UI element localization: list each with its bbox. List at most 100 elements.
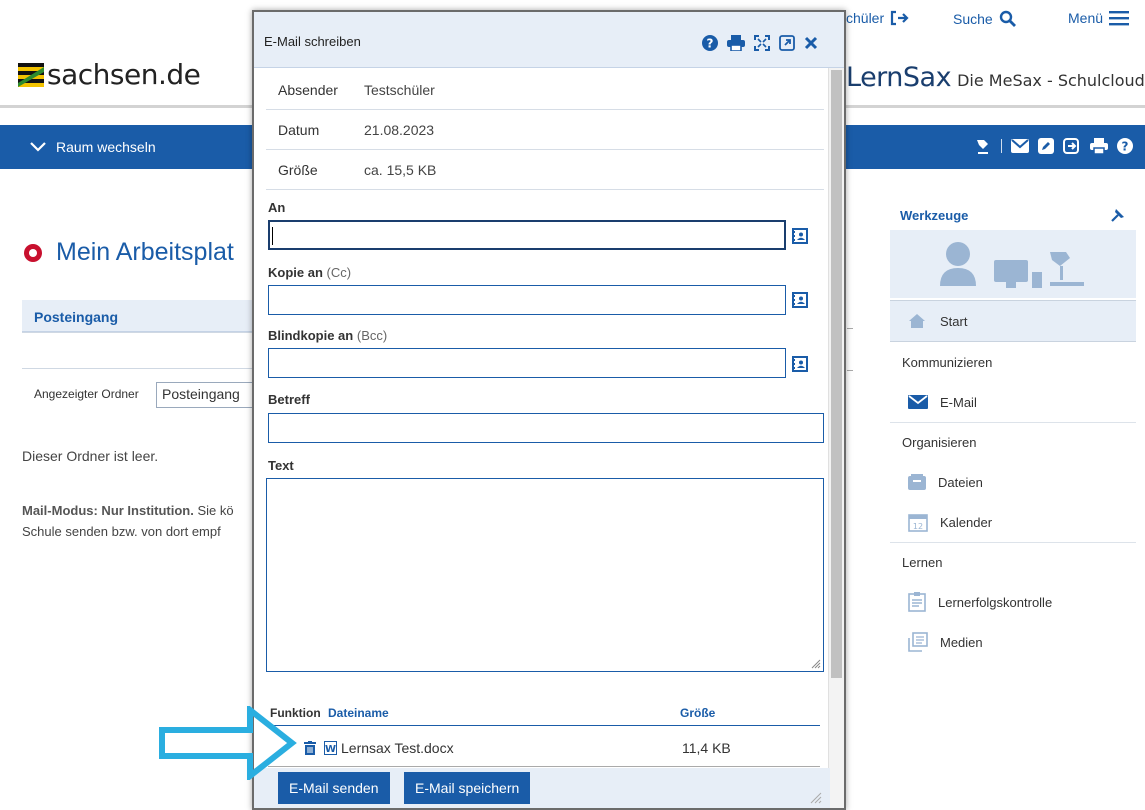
user-logout-link[interactable]: chüler bbox=[846, 10, 910, 26]
trash-icon[interactable] bbox=[304, 741, 316, 755]
help-icon[interactable]: ? bbox=[1117, 138, 1133, 154]
meta-row-size: Größe ca. 15,5 KB bbox=[266, 150, 824, 190]
tools-title: Werkzeuge bbox=[900, 207, 969, 223]
help-icon[interactable]: ? bbox=[702, 35, 718, 51]
tools-item-assessment[interactable]: Lernerfolgskontrolle bbox=[890, 582, 1136, 622]
workspace-illustration-icon bbox=[940, 242, 1084, 288]
divider bbox=[22, 368, 262, 369]
saxony-crest-icon bbox=[18, 62, 44, 87]
home-icon bbox=[909, 314, 925, 328]
calendar-label: Kalender bbox=[940, 514, 993, 530]
workspace-dot-icon bbox=[24, 243, 42, 262]
tools-item-calendar[interactable]: 12 Kalender bbox=[890, 502, 1136, 542]
bcc-label-text: Blindkopie an bbox=[268, 328, 354, 343]
tools-item-files[interactable]: Dateien bbox=[890, 462, 1136, 502]
address-book-icon[interactable] bbox=[792, 228, 808, 244]
lernsax-brand[interactable]: LernSax Die MeSax - Schulcloud bbox=[846, 62, 1145, 93]
empty-folder-text: Dieser Ordner ist leer. bbox=[22, 448, 159, 464]
mail-mode-bold: Mail-Modus: Nur Institution. bbox=[22, 503, 194, 518]
attachment-row: W Lernsax Test.docx 11,4 KB bbox=[268, 738, 820, 762]
tools-item-email[interactable]: E-Mail bbox=[890, 382, 1136, 422]
tools-item-media[interactable]: Medien bbox=[890, 622, 1136, 662]
folder-select[interactable]: Posteingang bbox=[156, 382, 256, 408]
menu-button[interactable]: Menü bbox=[1068, 10, 1130, 26]
top-navigation: chüler Suche Menü bbox=[840, 10, 1145, 36]
compose-email-dialog: E-Mail schreiben ? Absender Testschüler … bbox=[252, 10, 846, 810]
section-organize: Organisieren bbox=[890, 422, 1136, 462]
meta-value: ca. 15,5 KB bbox=[364, 162, 437, 178]
meta-value: Testschüler bbox=[364, 82, 435, 98]
section-learn: Lernen bbox=[890, 542, 1136, 582]
to-input[interactable] bbox=[268, 220, 786, 250]
meta-row-date: Datum 21.08.2023 bbox=[266, 110, 824, 150]
files-icon bbox=[908, 474, 926, 490]
divider bbox=[847, 328, 853, 329]
meta-row-sender: Absender Testschüler bbox=[266, 70, 824, 110]
mail-icon[interactable] bbox=[1011, 139, 1029, 153]
attachments-divider bbox=[268, 766, 820, 767]
tools-pin-icon[interactable] bbox=[1110, 207, 1126, 223]
toolbar-icons: ? bbox=[974, 137, 1133, 155]
media-label: Medien bbox=[940, 634, 983, 650]
close-icon[interactable] bbox=[804, 36, 818, 50]
email-icon bbox=[908, 395, 928, 409]
email-label: E-Mail bbox=[940, 394, 977, 410]
clipboard-icon bbox=[908, 592, 926, 612]
svg-text:?: ? bbox=[707, 37, 714, 51]
body-textarea[interactable] bbox=[266, 478, 824, 672]
attachment-filename[interactable]: Lernsax Test.docx bbox=[341, 740, 454, 756]
dialog-scrollbar[interactable] bbox=[828, 68, 844, 808]
to-label: An bbox=[268, 200, 286, 215]
cc-label-sub: (Cc) bbox=[326, 265, 352, 280]
divider bbox=[847, 370, 853, 371]
folder-label: Angezeigter Ordner bbox=[34, 387, 139, 401]
subject-input[interactable] bbox=[268, 413, 824, 443]
svg-text:W: W bbox=[325, 744, 336, 755]
logout-icon bbox=[891, 10, 909, 26]
login-icon[interactable] bbox=[1063, 138, 1081, 154]
bcc-label: Blindkopie an (Bcc) bbox=[268, 328, 387, 343]
meta-key: Datum bbox=[278, 122, 320, 138]
bcc-label-sub: (Bcc) bbox=[356, 328, 388, 343]
search-label: Suche bbox=[953, 11, 993, 27]
tab-inbox[interactable]: Posteingang bbox=[22, 300, 262, 332]
edit-icon[interactable] bbox=[1038, 138, 1054, 154]
col-filename[interactable]: Dateiname bbox=[328, 706, 389, 720]
address-book-icon[interactable] bbox=[792, 292, 808, 308]
text-label: Text bbox=[268, 458, 294, 473]
media-icon bbox=[908, 632, 928, 652]
print-icon[interactable] bbox=[1090, 138, 1108, 154]
print-icon[interactable] bbox=[727, 35, 745, 51]
cc-input[interactable] bbox=[268, 285, 786, 315]
tools-item-start[interactable]: Start bbox=[890, 300, 1136, 342]
search-link[interactable]: Suche bbox=[953, 10, 1017, 28]
scrollbar-thumb[interactable] bbox=[831, 70, 842, 678]
toolbar-separator bbox=[1001, 139, 1002, 153]
attachment-size: 11,4 KB bbox=[682, 740, 731, 756]
attachments-header: Funktion Dateiname Größe bbox=[268, 704, 820, 726]
brand-name: LernSax bbox=[846, 62, 952, 93]
resize-grip-icon[interactable] bbox=[810, 792, 822, 804]
tools-panel: Werkzeuge Start Kommunizieren E-Mail Org… bbox=[890, 200, 1136, 660]
logo-text: sachsen.de bbox=[47, 58, 201, 91]
sachsen-logo[interactable]: sachsen.de bbox=[18, 58, 201, 91]
pin-tool-icon[interactable] bbox=[974, 137, 992, 155]
resize-grip-icon[interactable] bbox=[811, 659, 821, 669]
address-book-icon[interactable] bbox=[792, 356, 808, 372]
svg-text:?: ? bbox=[1122, 140, 1129, 154]
user-name: chüler bbox=[846, 10, 885, 26]
section-communicate: Kommunizieren bbox=[902, 354, 993, 370]
col-size[interactable]: Größe bbox=[680, 706, 715, 720]
save-email-button[interactable]: E-Mail speichern bbox=[404, 772, 531, 804]
dialog-header: E-Mail schreiben ? bbox=[254, 12, 844, 68]
fullscreen-icon[interactable] bbox=[754, 35, 770, 51]
tools-illustration bbox=[890, 230, 1136, 298]
meta-key: Größe bbox=[278, 162, 318, 178]
room-switch-label: Raum wechseln bbox=[56, 139, 156, 155]
calendar-icon: 12 bbox=[908, 514, 928, 532]
bcc-input[interactable] bbox=[268, 348, 786, 378]
assessment-label: Lernerfolgskontrolle bbox=[938, 594, 1053, 610]
open-external-icon[interactable] bbox=[779, 35, 795, 51]
room-switch-button[interactable]: Raum wechseln bbox=[30, 139, 156, 155]
start-label: Start bbox=[940, 313, 968, 329]
